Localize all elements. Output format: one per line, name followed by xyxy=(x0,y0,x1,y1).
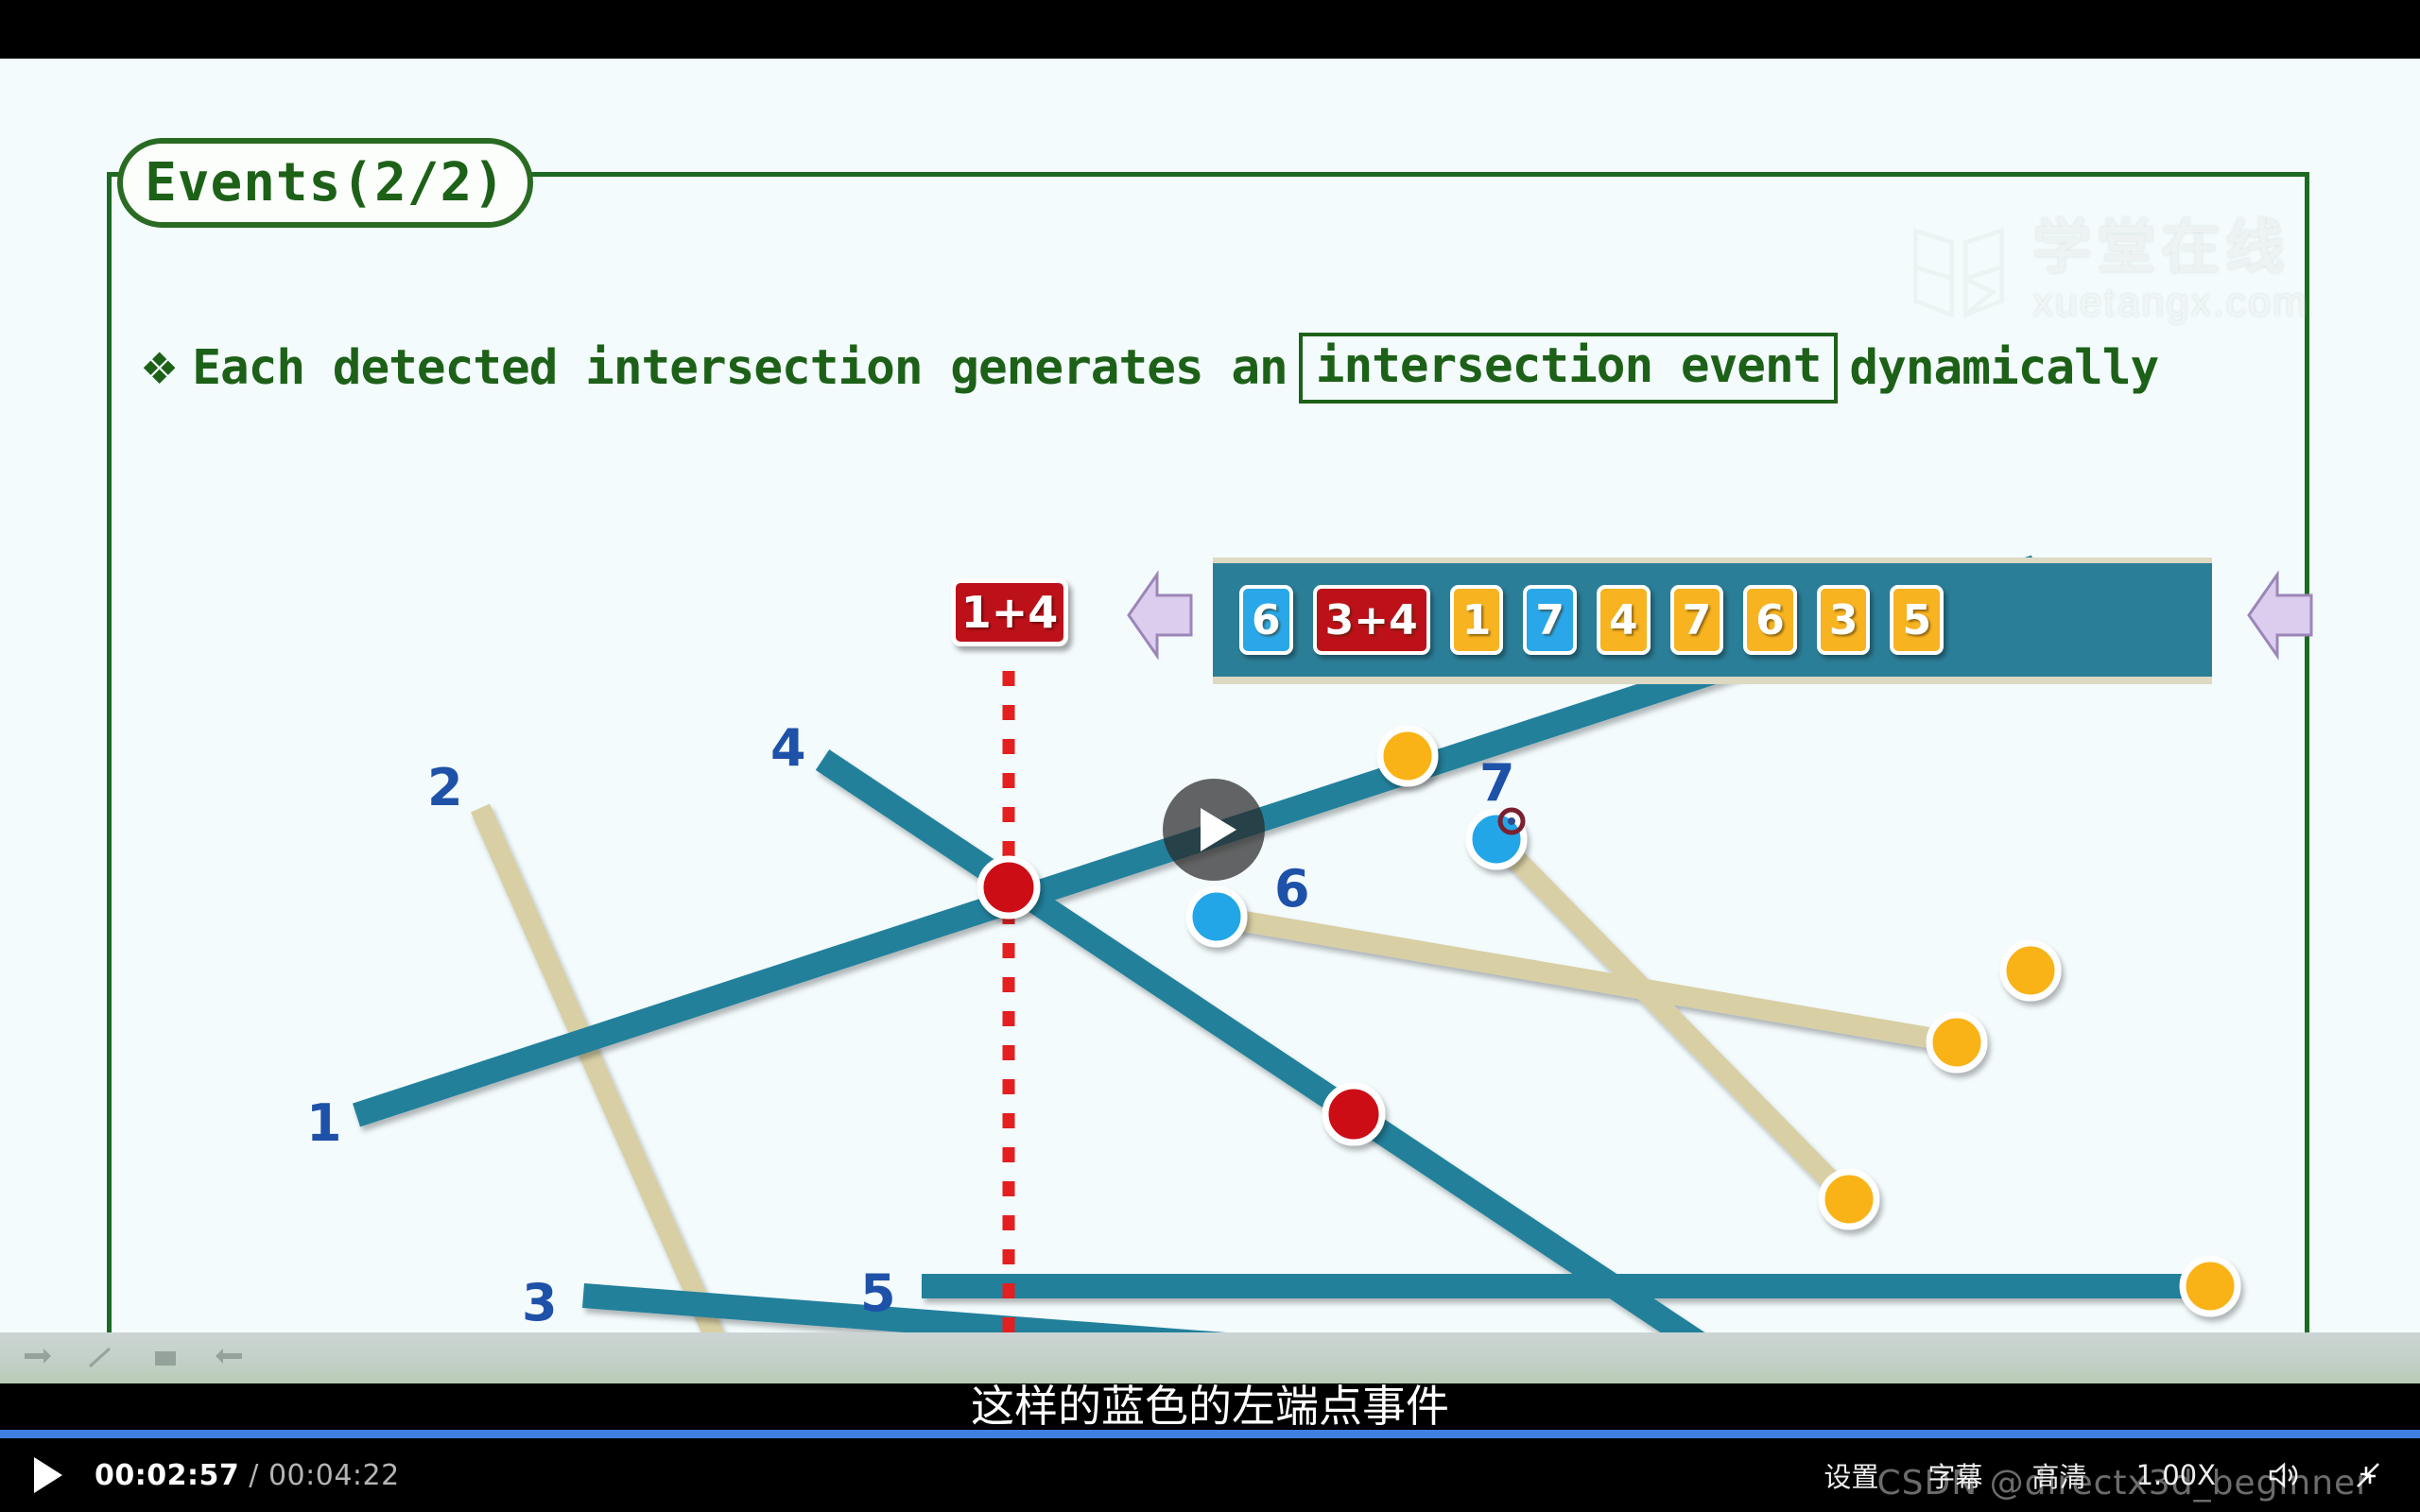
left-endpoint-6 xyxy=(1185,885,1248,948)
video-subtitle-text: 这样的蓝色的左端点事件 xyxy=(971,1381,1449,1432)
event-queue-item-label: 3+4 xyxy=(1324,595,1418,644)
video-progress-bar[interactable] xyxy=(0,1430,2420,1438)
event-queue-item-label: 7 xyxy=(1682,595,1712,644)
slide-title: Events(2/2) xyxy=(117,138,533,228)
event-queue-item-5: 7 xyxy=(1669,585,1724,655)
event-queue-item-label: 6 xyxy=(1252,595,1281,644)
intersection-event-badge: 1+4 xyxy=(951,578,1068,646)
segment-label-7: 7 xyxy=(1479,753,1515,813)
video-controls-right: 设置 字幕 高清 1.00X xyxy=(1824,1455,2386,1495)
video-controls-bar: 00:02:57 / 00:04:22 设置 字幕 高清 1.00X xyxy=(0,1438,2420,1512)
play-icon xyxy=(34,1457,62,1493)
video-play-overlay[interactable] xyxy=(1163,779,1265,881)
slide-canvas: 学堂在线 xuetangx.com Events(2/2) ❖ Each det… xyxy=(0,59,2420,1383)
right-endpoint-5 xyxy=(2179,1255,2241,1317)
segment-label-2: 2 xyxy=(427,758,463,817)
teal-segments xyxy=(352,555,2210,1383)
next-slide-icon[interactable] xyxy=(214,1346,246,1370)
exit-fullscreen-icon[interactable] xyxy=(2350,1459,2386,1491)
quality-button[interactable]: 高清 xyxy=(2032,1455,2087,1495)
event-queue-item-3: 7 xyxy=(1523,585,1577,655)
diamond-bullet-icon: ❖ xyxy=(140,343,180,393)
slide-title-text: Events(2/2) xyxy=(145,152,506,214)
video-subtitle: 这样的蓝色的左端点事件 xyxy=(0,1372,2420,1435)
right-endpoint-1 xyxy=(1999,939,2062,1002)
event-queue-item-label: 5 xyxy=(1902,595,1932,644)
mouse-cursor-icon xyxy=(1497,807,1526,835)
event-queue-item-label: 3 xyxy=(1828,595,1858,644)
intersection-event-badge-text: 1+4 xyxy=(960,587,1059,638)
video-player: 学堂在线 xuetangx.com Events(2/2) ❖ Each det… xyxy=(0,0,2420,1512)
book-logo-icon xyxy=(1913,228,2005,318)
time-separator: / xyxy=(249,1458,259,1492)
event-queue: 6 3+4 1 7 4 7 6 3 5 xyxy=(1213,558,2212,684)
event-queue-item-label: 6 xyxy=(1755,595,1785,644)
event-queue-item-label: 1 xyxy=(1461,595,1492,644)
total-time: 00:04:22 xyxy=(268,1458,400,1492)
event-queue-item-label: 7 xyxy=(1535,595,1564,644)
right-endpoint-4 xyxy=(1376,725,1439,787)
event-queue-item-2: 1 xyxy=(1449,585,1504,655)
event-queue-items: 6 3+4 1 7 4 7 6 3 5 xyxy=(1213,585,1945,655)
event-queue-item-4: 4 xyxy=(1596,585,1651,655)
playback-speed-button[interactable]: 1.00X xyxy=(2136,1459,2216,1491)
video-progress-fill xyxy=(0,1430,2420,1438)
segment-label-5: 5 xyxy=(860,1263,896,1323)
intersection-1-4 xyxy=(977,855,1041,919)
logo-cn-text: 学堂在线 xyxy=(2032,215,2290,282)
settings-button[interactable]: 设置 xyxy=(1824,1455,1879,1495)
right-insert-arrow-icon xyxy=(2247,570,2313,661)
event-queue-item-0: 6 xyxy=(1239,585,1293,655)
volume-icon[interactable] xyxy=(2265,1459,2301,1491)
current-time: 00:02:57 xyxy=(95,1458,240,1492)
pen-icon[interactable] xyxy=(85,1346,117,1370)
xuetangx-logo: 学堂在线 xuetangx.com xyxy=(1902,217,2308,326)
left-arrow-icon xyxy=(1127,570,1193,661)
highlighted-term: intersection event xyxy=(1298,333,1839,404)
event-queue-item-6: 6 xyxy=(1743,585,1797,655)
pointer-icon[interactable] xyxy=(21,1346,53,1370)
captions-button[interactable]: 字幕 xyxy=(1928,1455,1983,1495)
segment-label-1: 1 xyxy=(306,1093,342,1153)
play-pause-button[interactable] xyxy=(26,1453,70,1497)
bullet-text-part2: dynamically xyxy=(1849,340,2159,396)
video-time-display: 00:02:57 / 00:04:22 xyxy=(95,1459,400,1492)
intersection-3-4 xyxy=(1322,1082,1386,1146)
logo-en-text: xuetangx.com xyxy=(2032,279,2308,325)
bullet-point: ❖ Each detected intersection generates a… xyxy=(140,333,2159,404)
segment-label-6: 6 xyxy=(1274,859,1310,919)
slides-icon[interactable] xyxy=(149,1346,182,1370)
segment-label-3: 3 xyxy=(522,1273,558,1332)
event-queue-item-8: 5 xyxy=(1890,585,1945,655)
bullet-text-part1: Each detected intersection generates an xyxy=(192,340,1288,396)
play-triangle-icon xyxy=(1201,808,1236,851)
right-endpoint-6 xyxy=(1926,1011,1988,1074)
segment-label-4: 4 xyxy=(770,718,806,778)
event-queue-item-7: 3 xyxy=(1816,585,1871,655)
event-queue-item-1: 3+4 xyxy=(1312,585,1430,655)
right-endpoint-7 xyxy=(1818,1168,1880,1230)
event-queue-item-label: 4 xyxy=(1608,595,1638,644)
